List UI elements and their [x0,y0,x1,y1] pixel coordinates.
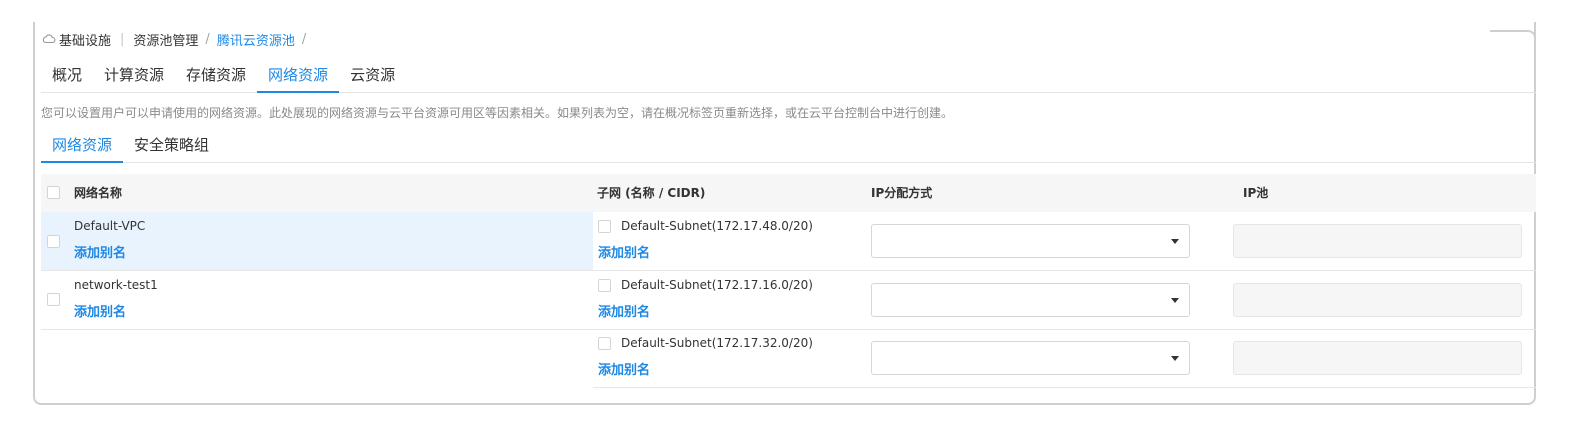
row-divider [593,387,1536,388]
row-divider [41,329,1536,330]
ip-mode-select[interactable] [871,283,1190,317]
cloud-icon [42,34,56,44]
subnet-checkbox[interactable] [598,220,611,233]
sub-tabs: 网络资源 安全策略组 [41,130,1536,163]
tab-storage[interactable]: 存储资源 [175,60,257,93]
row-divider [41,270,1536,271]
subnet-checkbox[interactable] [598,337,611,350]
ip-pool-field[interactable] [1233,341,1522,375]
breadcrumb: 基础设施 | 资源池管理 / 腾讯云资源池 / [42,30,313,49]
header-ip-mode: IP分配方式 [871,186,933,200]
add-alias-link[interactable]: 添加别名 [598,359,650,378]
network-row-checkbox[interactable] [47,235,60,248]
add-alias-link[interactable]: 添加别名 [598,301,650,320]
hint-text: 您可以设置用户可以申请使用的网络资源。此处展现的网络资源与云平台资源可用区等因素… [41,106,954,120]
tab-overview[interactable]: 概况 [41,60,93,93]
add-alias-link[interactable]: 添加别名 [74,242,126,261]
ip-mode-select[interactable] [871,224,1190,258]
tab-network-resources[interactable]: 网络资源 [41,130,124,163]
header-network-name: 网络名称 [74,186,123,200]
subnet-name: Default-Subnet(172.17.48.0/20) [621,219,813,233]
tab-security-groups[interactable]: 安全策略组 [123,130,220,163]
subnet-name: Default-Subnet(172.17.32.0/20) [621,336,813,350]
add-alias-link[interactable]: 添加别名 [598,242,650,261]
breadcrumb-item-pool-management[interactable]: 资源池管理 [133,30,198,49]
breadcrumb-item-tencent-pool[interactable]: 腾讯云资源池 [217,30,295,49]
network-row-checkbox[interactable] [47,293,60,306]
main-tabs: 概况 计算资源 存储资源 网络资源 云资源 [41,60,1536,93]
add-alias-link[interactable]: 添加别名 [74,301,126,320]
header-ip-pool: IP池 [1243,186,1269,200]
caret-down-icon [1171,298,1179,303]
breadcrumb-separator: / [301,31,307,47]
tab-cloud[interactable]: 云资源 [339,60,406,93]
header-subnet: 子网 (名称 / CIDR) [597,186,706,200]
ip-pool-field[interactable] [1233,224,1522,258]
subnet-name: Default-Subnet(172.17.16.0/20) [621,278,813,292]
network-name: Default-VPC [74,219,146,233]
table-header: 网络名称 子网 (名称 / CIDR) IP分配方式 IP池 [41,174,1536,212]
select-all-checkbox[interactable] [47,186,60,199]
network-name: network-test1 [74,278,158,292]
ip-pool-field[interactable] [1233,283,1522,317]
ip-mode-select[interactable] [871,341,1190,375]
caret-down-icon [1171,239,1179,244]
breadcrumb-item-infrastructure[interactable]: 基础设施 [59,30,111,49]
breadcrumb-separator: / [205,31,210,47]
tab-compute[interactable]: 计算资源 [93,60,175,93]
tab-network[interactable]: 网络资源 [257,60,340,93]
panel-corner [1490,30,1536,48]
caret-down-icon [1171,356,1179,361]
subnet-checkbox[interactable] [598,279,611,292]
breadcrumb-divider: | [120,31,125,47]
